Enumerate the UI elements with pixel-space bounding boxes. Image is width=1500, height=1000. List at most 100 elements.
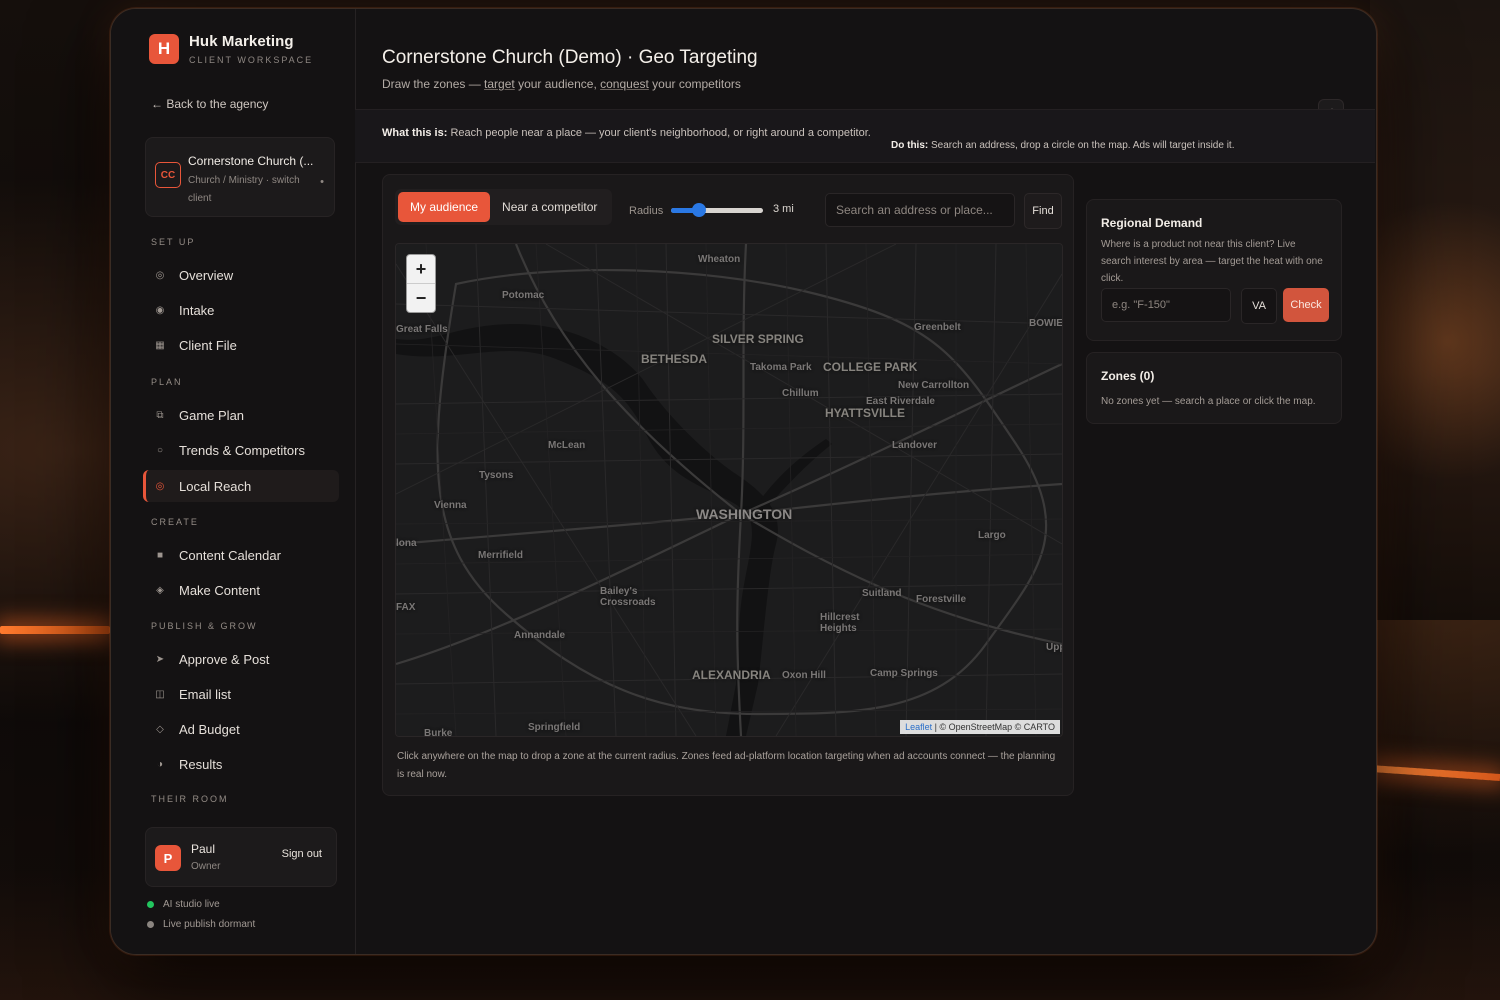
regional-demand-panel: Regional Demand Where is a product not n… <box>1086 199 1342 341</box>
sign-out-button[interactable]: Sign out <box>282 848 322 860</box>
nav-item-approve-post[interactable]: ➤ Approve & Post <box>143 643 339 675</box>
audience-mode-tabs: My audience Near a competitor <box>395 189 613 225</box>
map-label: Greenbelt <box>914 322 961 333</box>
product-search-input[interactable] <box>1101 288 1231 322</box>
check-button[interactable]: Check <box>1283 288 1329 322</box>
status-dot-live <box>147 901 154 908</box>
map-label: Springfield <box>528 722 581 733</box>
map-label: Tysons <box>479 470 514 481</box>
avatar: P <box>155 845 181 871</box>
user-card: P Paul Owner Sign out <box>145 827 337 887</box>
map-label: Chillum <box>782 388 819 399</box>
nav-item-label: Make Content <box>179 582 260 598</box>
map-label: SILVER SPRING <box>712 332 804 346</box>
map-label: COLLEGE PARK <box>823 360 918 374</box>
page-subtitle: Draw the zones — target your audience, c… <box>382 77 741 91</box>
map-label: BOWIE <box>1029 318 1063 329</box>
copy-icon: ⧉ <box>156 409 164 421</box>
back-to-agency-link[interactable]: ← Back to the agency <box>151 97 268 111</box>
regional-demand-text: Where is a product not near this client?… <box>1101 239 1323 284</box>
nav-item-local-reach[interactable]: ◎ Local Reach <box>143 470 339 502</box>
brand: H Huk Marketing CLIENT WORKSPACE <box>149 33 313 65</box>
file-icon: ▦ <box>155 339 165 351</box>
zoom-in-button[interactable]: + <box>407 255 435 284</box>
find-button[interactable]: Find <box>1024 193 1062 229</box>
client-avatar: CC <box>155 162 181 188</box>
map-label: Wheaton <box>698 254 741 265</box>
nav-item-client-file[interactable]: ▦ Client File <box>143 329 339 361</box>
map-label: New Carrollton <box>898 380 970 391</box>
zoom-out-button[interactable]: − <box>407 284 435 312</box>
info-what: What this is: Reach people near a place … <box>382 127 871 139</box>
map-label: Burke <box>424 728 453 737</box>
leaflet-link[interactable]: Leaflet <box>905 722 932 732</box>
nav-item-intake[interactable]: ◉ Intake <box>143 294 339 326</box>
map-label: Bailey's Crossroads <box>600 586 656 608</box>
map-label: Camp Springs <box>870 668 938 679</box>
map-label: Merrifield <box>478 550 524 561</box>
state-select[interactable]: VA <box>1241 288 1277 324</box>
background-cityscape <box>1370 0 1500 620</box>
map-label: Potomac <box>502 290 545 301</box>
zones-empty-text: No zones yet — search a place or click t… <box>1101 396 1316 407</box>
info-do: Do this: Search an address, drop a circl… <box>891 140 1235 151</box>
status-live-publish: Live publish dormant <box>147 919 255 930</box>
radius-value: 3 mi <box>773 203 794 215</box>
nav-item-email-list[interactable]: ◫ Email list <box>143 678 339 710</box>
map-label: Landover <box>892 440 938 451</box>
nav-item-results[interactable]: ◑ Results <box>143 748 339 780</box>
radio-icon: ◉ <box>155 304 165 316</box>
main-content: Cornerstone Church (Demo) · Geo Targetin… <box>355 9 1376 954</box>
map-label: WASHINGTON <box>696 506 793 522</box>
section-label-setup: SET UP <box>151 237 196 247</box>
nav-item-label: Overview <box>179 267 234 283</box>
radius-label: Radius <box>629 205 664 217</box>
map-label: Great Falls <box>396 324 448 335</box>
status-label: Live publish dormant <box>163 919 256 930</box>
nav-item-ad-budget[interactable]: ◇ Ad Budget <box>143 713 339 745</box>
regional-demand-title: Regional Demand <box>1101 216 1203 230</box>
client-indicator: • <box>320 176 324 188</box>
nav-item-label: Intake <box>179 302 215 318</box>
client-switcher[interactable]: CC Cornerstone Church (... Church / Mini… <box>145 137 335 217</box>
diamond-icon: ◇ <box>156 723 164 735</box>
address-search-input[interactable] <box>825 193 1015 227</box>
map-label: Oxon Hill <box>782 670 826 681</box>
location-target-icon: ◎ <box>155 480 165 492</box>
tab-near-competitor[interactable]: Near a competitor <box>490 192 609 222</box>
nav-item-label: Trends & Competitors <box>179 442 305 458</box>
ambient-light-left <box>0 626 110 634</box>
nav-item-game-plan[interactable]: ⧉ Game Plan <box>143 399 339 431</box>
map-label: Takoma Park <box>750 362 812 373</box>
section-label-plan: PLAN <box>151 377 183 387</box>
status-ai-studio: AI studio live <box>147 899 220 910</box>
map-label: Annandale <box>514 630 566 641</box>
nav-item-content-calendar[interactable]: ■ Content Calendar <box>143 539 339 571</box>
map-canvas[interactable]: + − Wheaton Potomac Great Falls Greenbel… <box>395 243 1063 737</box>
nav-item-label: Game Plan <box>179 407 245 423</box>
radius-slider[interactable] <box>671 203 763 217</box>
nav-item-label: Content Calendar <box>179 547 281 563</box>
ambient-light-right <box>1370 764 1500 781</box>
tab-my-audience[interactable]: My audience <box>398 192 491 222</box>
nav-item-overview[interactable]: ◎ Overview <box>143 259 339 291</box>
mail-icon: ◫ <box>155 688 165 700</box>
sidebar: H Huk Marketing CLIENT WORKSPACE ← Back … <box>111 9 356 954</box>
map-label: lona <box>396 538 417 549</box>
section-label-their-room: THEIR ROOM <box>151 794 229 804</box>
map-label: Forestville <box>916 594 967 605</box>
target-icon: ◎ <box>155 269 165 281</box>
zones-title: Zones (0) <box>1101 369 1155 383</box>
info-bar: What this is: Reach people near a place … <box>355 109 1375 163</box>
map-label: Largo <box>978 530 1006 541</box>
nav-item-make-content[interactable]: ◈ Make Content <box>143 574 339 606</box>
map-label: Upp <box>1046 642 1062 653</box>
user-name: Paul <box>191 842 216 856</box>
map-label: Hillcrest Heights <box>820 612 860 634</box>
map-help-text: Click anywhere on the map to drop a zone… <box>397 751 1056 780</box>
nav-item-trends[interactable]: ○ Trends & Competitors <box>143 434 339 466</box>
nav-item-label: Results <box>179 756 223 772</box>
chart-half-icon: ◑ <box>156 758 164 770</box>
map-label: McLean <box>548 440 586 451</box>
radius-slider-thumb[interactable] <box>691 203 706 217</box>
